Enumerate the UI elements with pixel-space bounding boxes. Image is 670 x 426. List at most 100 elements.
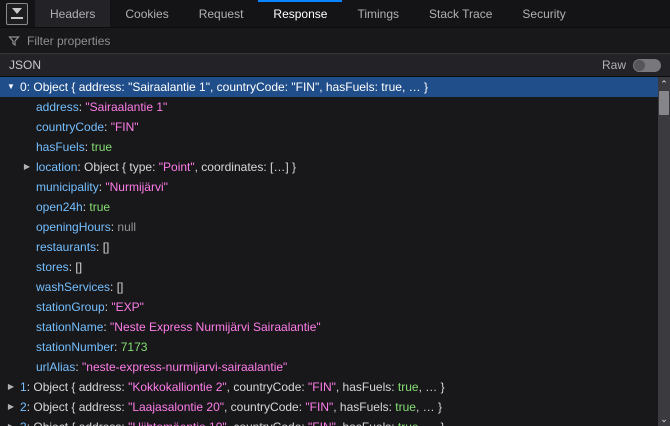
json-segment-str: "Point" — [158, 160, 195, 174]
funnel-triangle — [12, 8, 22, 14]
vertical-scrollbar[interactable]: ⌃ ⌄ — [658, 77, 670, 426]
tab-cookies[interactable]: Cookies — [110, 0, 183, 27]
json-segment-key: stationGroup — [36, 300, 105, 314]
json-row[interactable]: ▶ 3: Object { address: "Hiihtomäentie 10"… — [0, 417, 658, 426]
json-segment-bool: true — [397, 380, 419, 394]
tab-headers[interactable]: Headers — [35, 0, 111, 27]
json-segment-str: "FIN" — [308, 380, 336, 394]
json-segment-str: "FIN" — [291, 80, 320, 94]
filter-bar — [0, 28, 670, 54]
json-row[interactable]: washServices: [] — [0, 277, 658, 297]
json-segment-txt: , hasFuels: — [333, 400, 396, 414]
json-row[interactable]: ▶ 1: Object { address: "Kokkokalliontie 2… — [0, 377, 658, 397]
boxed-funnel-icon[interactable] — [6, 2, 28, 25]
json-row[interactable]: address: "Sairaalantie 1" — [0, 97, 658, 117]
json-row[interactable]: ▶ 2: Object { address: "Laajasalontie 20"… — [0, 397, 658, 417]
json-segment-txt: : — [98, 180, 106, 194]
json-segment-key: address — [36, 100, 79, 114]
scroll-down-icon[interactable]: ⌄ — [660, 412, 668, 426]
json-segment-key: washServices — [36, 280, 111, 294]
json-segment-str: "Hiihtomäentie 10" — [128, 420, 227, 426]
json-segment-key: hasFuels — [36, 140, 85, 154]
filter-properties-input[interactable] — [27, 33, 662, 48]
raw-toggle-knob — [634, 59, 645, 71]
json-segment-str: "FIN" — [305, 400, 334, 414]
json-segment-txt: , countryCode: — [226, 380, 309, 394]
json-row[interactable]: countryCode: "FIN" — [0, 117, 658, 137]
json-segment-txt: : Object { address: — [27, 420, 128, 426]
raw-toggle-switch[interactable] — [633, 58, 661, 72]
json-segment-key: 0 — [20, 80, 27, 94]
json-segment-txt: : — [104, 300, 112, 314]
json-segment-str: "Sairaalantie 1" — [128, 80, 210, 94]
json-row[interactable]: stationGroup: "EXP" — [0, 297, 658, 317]
json-segment-str: "Kokkokalliontie 2" — [128, 380, 227, 394]
json-row[interactable]: ▼ 0: Object { address: "Sairaalantie 1", … — [0, 77, 658, 97]
expand-right-icon[interactable]: ▶ — [6, 417, 16, 426]
json-segment-key: restaurants — [36, 240, 97, 254]
json-segment-str: "Sairaalantie 1" — [85, 100, 168, 114]
tab-request[interactable]: Request — [184, 0, 259, 27]
json-segment-txt: : Object { address: — [26, 380, 129, 394]
json-segment-txt: , … } — [418, 380, 445, 394]
json-row[interactable]: stores: [] — [0, 257, 658, 277]
json-segment-num: 7173 — [120, 340, 148, 354]
json-segment-txt: , hasFuels: — [319, 80, 382, 94]
json-segment-txt: : Object { address: — [26, 400, 129, 414]
json-row[interactable]: openingHours: null — [0, 217, 658, 237]
json-row[interactable]: urlAlias: "neste-express-nurmijarvi-sair… — [0, 357, 658, 377]
json-segment-txt: : — [68, 260, 76, 274]
json-segment-txt: : Object { type: — [77, 160, 159, 174]
json-row[interactable]: open24h: true — [0, 197, 658, 217]
json-segment-key: openingHours — [36, 220, 111, 234]
json-segment-txt: : — [78, 100, 86, 114]
expand-right-icon[interactable]: ▶ — [22, 157, 32, 177]
json-row[interactable]: stationName: "Neste Express Nurmijärvi S… — [0, 317, 658, 337]
funnel-bar — [11, 17, 23, 19]
scrollbar-thumb[interactable] — [659, 91, 669, 115]
json-row[interactable]: ▶ location: Object { type: "Point", coord… — [0, 157, 658, 177]
json-segment-str: "FIN" — [308, 420, 336, 426]
json-segment-txt: [] — [116, 280, 124, 294]
tab-response[interactable]: Response — [258, 0, 343, 27]
json-segment-txt: : — [75, 360, 83, 374]
expand-right-icon[interactable]: ▶ — [6, 377, 16, 397]
tab-strip: Headers Cookies Request Response Timings Stac… — [35, 0, 581, 27]
tab-stack-trace[interactable]: Stack Trace — [414, 0, 507, 27]
json-segment-txt: , countryCode: — [209, 80, 292, 94]
json-segment-str: "FIN" — [110, 120, 139, 134]
json-segment-key: urlAlias — [36, 360, 76, 374]
tab-timings[interactable]: Timings — [342, 0, 414, 27]
scroll-up-icon[interactable]: ⌃ — [660, 77, 668, 91]
json-segment-txt: , hasFuels: — [335, 380, 398, 394]
response-json-panel: ▼ 0: Object { address: "Sairaalantie 1", … — [0, 77, 670, 426]
json-segment-txt: , countryCode: — [224, 400, 306, 414]
expand-down-icon[interactable]: ▼ — [6, 77, 16, 97]
json-segment-txt: , … } — [401, 80, 428, 94]
json-section-header[interactable]: JSON Raw — [0, 54, 670, 77]
expand-right-icon[interactable]: ▶ — [6, 397, 16, 417]
json-segment-txt: , coordinates: […] } — [194, 160, 297, 174]
json-row[interactable]: stationNumber: 7173 — [0, 337, 658, 357]
tab-security[interactable]: Security — [507, 0, 580, 27]
json-segment-bool: true — [395, 400, 416, 414]
json-segment-key: 1 — [20, 380, 27, 394]
json-segment-key: municipality — [36, 180, 99, 194]
json-segment-key: open24h — [36, 200, 83, 214]
json-segment-key: 2 — [20, 400, 27, 414]
json-segment-str: "Laajasalontie 20" — [128, 400, 225, 414]
json-row[interactable]: restaurants: [] — [0, 237, 658, 257]
json-segment-txt: , … } — [419, 420, 445, 426]
json-segment-txt: : — [110, 220, 118, 234]
json-segment-str: "Neste Express Nurmijärvi Sairaalantie" — [110, 320, 321, 334]
json-segment-txt: [] — [75, 260, 83, 274]
json-row[interactable]: hasFuels: true — [0, 137, 658, 157]
json-segment-txt: , hasFuels: — [336, 420, 398, 426]
json-segment-txt: : — [82, 200, 90, 214]
json-segment-bool: true — [381, 80, 402, 94]
json-segment-key: stationName — [36, 320, 104, 334]
detail-tab-bar: Headers Cookies Request Response Timings Stac… — [0, 0, 670, 28]
json-row[interactable]: municipality: "Nurmijärvi" — [0, 177, 658, 197]
json-segment-key: 3 — [20, 420, 27, 426]
json-segment-bool: true — [89, 200, 111, 214]
